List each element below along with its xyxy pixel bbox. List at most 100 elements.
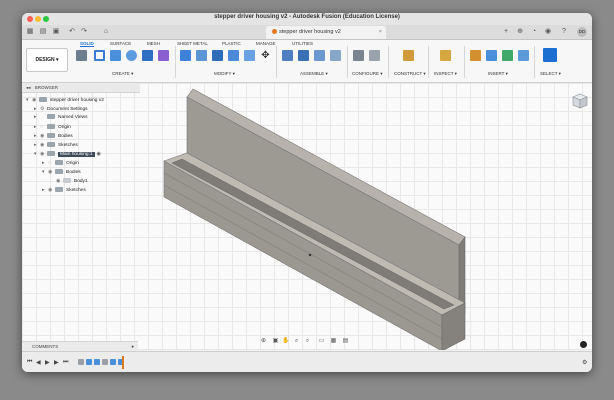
tree-item-bodies[interactable]: ▾ ◉ Bodies [42,168,81,176]
tree-item-sketches[interactable]: ▸ ◉ Sketches [34,141,78,149]
timeline-marker[interactable] [122,356,124,369]
combine-icon[interactable] [244,50,255,61]
insert-mesh-icon[interactable] [486,50,497,61]
user-avatar[interactable]: DD [577,27,587,37]
visibility-icon[interactable]: ◉ [48,168,55,176]
visibility-icon[interactable]: ◉ [40,141,47,149]
timeline-feature-icon[interactable] [110,359,116,365]
collapse-icon[interactable]: ◂◂ [26,85,31,90]
last-step-icon[interactable]: ⏭ [63,359,68,366]
timeline-feature-icon[interactable] [94,359,100,365]
tab-utilities[interactable]: UTILITIES [292,41,313,46]
expand-arrow-icon[interactable]: ▸ [34,114,40,122]
look-at-icon[interactable]: ▣ [272,338,279,345]
insert-canvas-icon[interactable] [518,50,529,61]
new-component-icon[interactable] [76,50,87,61]
joint-origin-icon[interactable] [314,50,325,61]
add-comment-icon[interactable]: ● [131,342,134,351]
rigid-group-icon[interactable] [330,50,341,61]
pattern-icon[interactable] [158,50,169,61]
visibility-icon[interactable]: ◉ [40,150,47,158]
create-menu[interactable]: CREATE ▾ [112,71,133,77]
tree-item-origin[interactable]: ▸ ◌ Origin [42,159,79,167]
tab-sheet-metal[interactable]: SHEET METAL [177,41,208,46]
tree-item-body1[interactable]: ◉ Body1 [56,177,88,185]
undo-icon[interactable]: ↶ [68,28,76,35]
zoom-icon[interactable]: ⌕ [293,338,300,345]
notifications-icon[interactable]: ◉ [544,28,552,36]
table-icon[interactable] [369,50,380,61]
timeline-settings-icon[interactable]: ⚙ [582,359,587,366]
select-icon[interactable] [543,48,557,62]
tab-solid[interactable]: SOLID [80,41,94,47]
new-joint-icon[interactable] [282,50,293,61]
view-cube[interactable] [572,93,588,109]
tab-surface[interactable]: SURFACE [110,41,131,46]
new-tab-icon[interactable]: + [502,28,510,36]
tab-plastic[interactable]: PLASTIC [222,41,241,46]
configure-menu[interactable]: CONFIGURE ▾ [352,71,383,77]
configure-icon[interactable] [353,50,364,61]
comments-panel[interactable]: COMMENTS ● [22,341,138,351]
previous-step-icon[interactable]: ◀ [36,359,41,366]
visibility-icon[interactable]: ◉ [56,177,63,185]
pan-icon[interactable]: ✋ [282,338,289,345]
timeline-feature-icon[interactable] [86,359,92,365]
tab-mesh[interactable]: MESH [147,41,160,46]
file-menu-icon[interactable]: ▤ [39,28,47,35]
save-icon[interactable]: ▣ [52,28,60,35]
inspect-menu[interactable]: INSPECT ▾ [434,71,457,77]
extrude-icon[interactable] [110,50,121,61]
chamfer-icon[interactable] [212,50,223,61]
tab-manage[interactable]: MANAGE [256,41,276,46]
tree-item-main-housing[interactable]: ▾ ◉ Main housing:1 ◉ [34,150,101,158]
viewports-icon[interactable]: ▤ [342,338,349,345]
as-built-joint-icon[interactable] [298,50,309,61]
play-icon[interactable]: ▶ [45,359,50,366]
insert-menu[interactable]: INSERT ▾ [488,71,508,77]
timeline-feature-icon[interactable] [78,359,84,365]
tree-item-named-views[interactable]: ▸ Named Views [34,114,88,122]
grid-snaps-icon[interactable]: ▦ [330,338,337,345]
offset-plane-icon[interactable] [403,50,414,61]
job-status-icon[interactable]: ◔ [530,28,538,36]
tree-item-bodies[interactable]: ▸ ◉ Bodies [34,132,73,140]
extensions-icon[interactable]: ⊕ [516,28,524,36]
select-menu[interactable]: SELECT ▾ [540,71,561,77]
chat-icon[interactable] [580,341,587,348]
grid-menu-icon[interactable]: ▦ [26,28,34,35]
fit-icon[interactable]: ⌕ [304,338,311,345]
visibility-icon[interactable]: ◌ [48,159,55,167]
orbit-icon[interactable]: ⊕ [260,338,267,345]
revolve-icon[interactable] [126,50,137,61]
modify-menu[interactable]: MODIFY ▾ [214,71,235,77]
visibility-icon[interactable]: ◉ [32,96,39,104]
visibility-icon[interactable]: ◉ [48,186,55,194]
move-icon[interactable]: ✥ [260,50,271,61]
redo-icon[interactable]: ↷ [80,28,88,35]
visibility-icon[interactable]: ◌ [40,123,47,131]
shell-icon[interactable] [228,50,239,61]
tree-item-document-settings[interactable]: ▸ ⚙ Document Settings [34,105,88,113]
insert-mcmaster-icon[interactable] [502,50,513,61]
display-settings-icon[interactable]: ▭ [318,338,325,345]
visibility-icon[interactable]: ◉ [40,132,47,140]
press-pull-icon[interactable] [180,50,191,61]
activate-radio-icon[interactable]: ◉ [97,152,101,157]
close-tab-icon[interactable]: × [379,26,382,39]
measure-icon[interactable] [440,50,451,61]
tab-document[interactable]: stepper driver housing v2 × [266,26,386,39]
home-icon[interactable]: ⌂ [102,28,110,35]
hole-icon[interactable] [142,50,153,61]
fillet-icon[interactable] [196,50,207,61]
workspace-switcher[interactable]: DESIGN ▾ [26,48,68,72]
create-sketch-icon[interactable] [94,50,105,61]
tree-item-origin[interactable]: ▸ ◌ Origin [34,123,71,131]
construct-menu[interactable]: CONSTRUCT ▾ [394,71,426,77]
next-step-icon[interactable]: ▶ [54,359,59,366]
insert-derive-icon[interactable] [470,50,481,61]
help-icon[interactable]: ? [560,28,568,36]
assemble-menu[interactable]: ASSEMBLE ▾ [300,71,328,77]
tree-item-sketches[interactable]: ▸ ◉ Sketches [42,186,86,194]
timeline-feature-icon[interactable] [102,359,108,365]
